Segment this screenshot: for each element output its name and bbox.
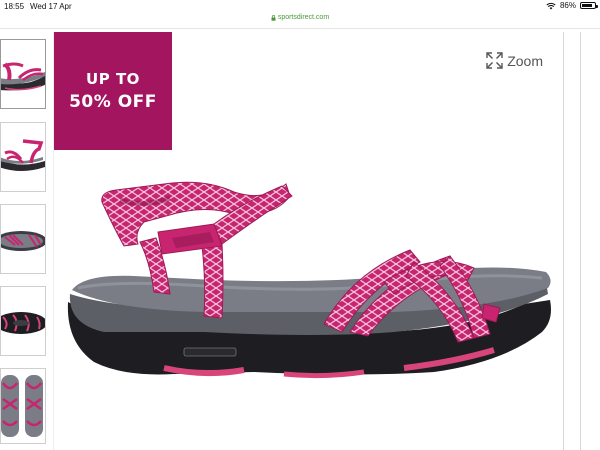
url-bar[interactable]: sportsdirect.com (0, 12, 600, 29)
battery-icon (580, 2, 598, 9)
thumbnail-image (1, 231, 45, 251)
status-date: Wed 17 Apr (30, 2, 72, 11)
thumbnail-sole[interactable] (0, 286, 46, 356)
lock-icon (271, 14, 276, 21)
next-panel-edge (580, 32, 600, 450)
thumbnail-top[interactable] (0, 204, 46, 274)
thumbnail-image (1, 62, 45, 91)
thumbnail-side[interactable] (0, 39, 46, 109)
status-right: 86% (546, 1, 598, 10)
url-text: sportsdirect.com (277, 14, 330, 21)
thumbnail-image (1, 312, 45, 334)
wifi-icon (546, 2, 556, 9)
product-image (67, 181, 551, 379)
battery-percent: 86% (559, 1, 576, 10)
thumbnail-angle[interactable] (0, 122, 46, 192)
thumbnail-image (1, 139, 45, 171)
battery-fill (582, 4, 593, 7)
thumbnail-pair[interactable] (0, 368, 46, 444)
thumbnail-image (1, 375, 43, 437)
status-time: 18:55 (4, 2, 25, 11)
product-image-panel[interactable]: UP TO 50% OFF Zoom (53, 32, 564, 450)
